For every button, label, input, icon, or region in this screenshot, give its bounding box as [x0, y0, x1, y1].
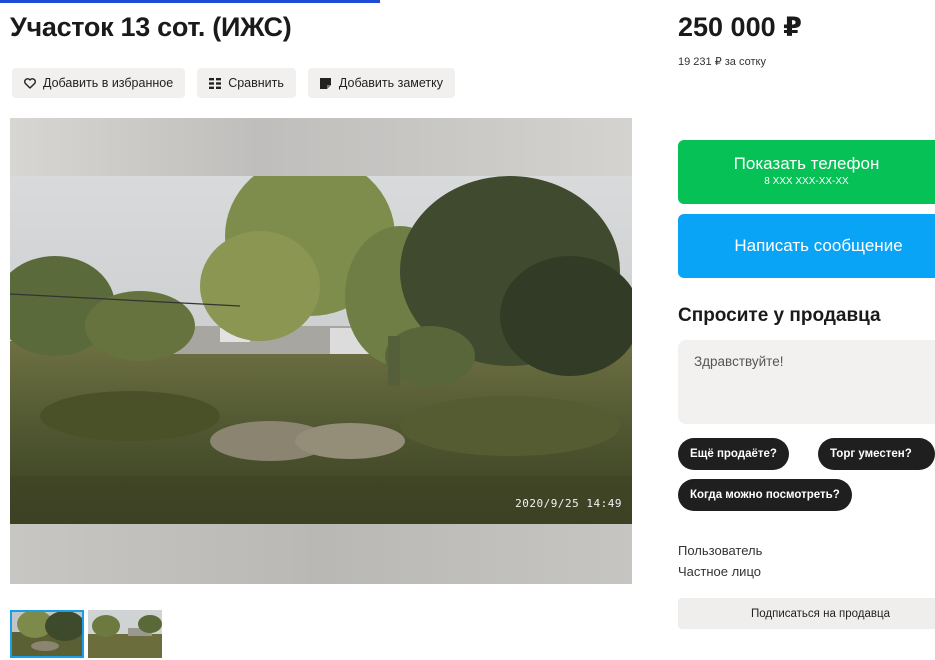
photo-timestamp: 2020/9/25 14:49 — [515, 497, 622, 510]
blurred-photo-edge-top — [10, 118, 632, 176]
add-to-favorites-label: Добавить в избранное — [43, 76, 174, 90]
subscribe-to-seller-button[interactable]: Подписаться на продавца — [678, 598, 935, 629]
compare-button[interactable]: Сравнить — [197, 68, 296, 98]
seller-role: Пользователь — [678, 543, 763, 558]
add-to-favorites-button[interactable]: Добавить в избранное — [12, 68, 186, 98]
thumbnail-strip — [10, 610, 162, 658]
listing-title: Участок 13 сот. (ИЖС) — [10, 12, 292, 42]
listing-actions: Добавить в избранное Сравнить Добавить з… — [12, 68, 456, 98]
price-per-sotka: 19 231 ₽ за сотку — [678, 56, 766, 68]
subscribe-label: Подписаться на продавца — [751, 607, 890, 620]
show-phone-label: Показать телефон — [733, 154, 880, 173]
note-icon — [320, 77, 332, 89]
ask-seller-input[interactable]: Здравствуйте! — [678, 340, 935, 424]
top-link-underline — [0, 0, 380, 3]
listing-price: 250 000 ₽ — [678, 12, 802, 42]
blurred-photo-edge-bottom — [10, 524, 632, 584]
thumbnail-2[interactable] — [88, 610, 162, 658]
write-message-label: Написать сообщение — [734, 236, 903, 255]
seller-type: Частное лицо — [678, 564, 761, 579]
compare-label: Сравнить — [228, 76, 284, 90]
main-photo[interactable]: 2020/9/25 14:49 — [10, 176, 632, 524]
quick-question-when-view[interactable]: Когда можно посмотреть? — [678, 479, 852, 511]
quick-question-bargain[interactable]: Торг уместен? — [818, 438, 935, 470]
thumbnail-1[interactable] — [10, 610, 84, 658]
quick-question-still-selling[interactable]: Ещё продаёте? — [678, 438, 789, 470]
add-note-label: Добавить заметку — [338, 76, 444, 90]
write-message-button[interactable]: Написать сообщение — [678, 214, 935, 278]
heart-icon — [24, 77, 36, 89]
compare-icon — [209, 77, 222, 89]
show-phone-button[interactable]: Показать телефон 8 XXX XXX-XX-XX — [678, 140, 935, 204]
phone-mask: 8 XXX XXX-XX-XX — [764, 176, 849, 187]
ask-seller-title: Спросите у продавца — [678, 305, 881, 326]
add-note-button[interactable]: Добавить заметку — [307, 68, 456, 98]
photo-gallery[interactable]: 2020/9/25 14:49 — [10, 118, 632, 584]
